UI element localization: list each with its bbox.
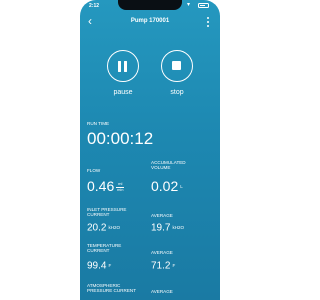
accumulated-volume-value: 0.02: [151, 178, 179, 194]
temperature-unit: F: [108, 263, 112, 268]
battery-icon: [198, 3, 209, 8]
device-notch: [118, 0, 182, 10]
inlet-pressure-average-unit: kH2O: [172, 225, 184, 230]
temperature-average-value: 71.2: [151, 260, 171, 272]
run-time-value: 00:00:12: [87, 129, 154, 148]
temperature-average-reading: 71.2 F: [151, 260, 175, 273]
inlet-pressure-label: INLET PRESSURE CURRENT: [87, 207, 127, 218]
atmospheric-pressure-label: ATMOSPHERIC PRESSURE CURRENT: [87, 283, 137, 294]
temperature-reading: 99.4 F: [87, 260, 111, 273]
inlet-pressure-reading: 20.2 kH2O: [87, 222, 120, 235]
accumulated-volume-reading: 0.02 L: [151, 178, 183, 195]
temperature-value: 99.4: [87, 260, 107, 272]
temperature-average-label: AVERAGE: [151, 250, 173, 255]
flow-label: FLOW: [87, 168, 101, 173]
status-time: 2:12: [89, 3, 100, 9]
inlet-pressure-average-value: 19.7: [151, 222, 171, 234]
app-bar: ‹ Pump 170001: [80, 14, 220, 30]
accumulated-volume-label: ACCUMULATED VOLUME: [151, 160, 186, 171]
pause-label: pause: [113, 89, 133, 96]
wifi-icon: ▾: [187, 2, 191, 8]
flow-unit: ml min: [116, 181, 125, 192]
status-bar: 2:12 ▾: [80, 0, 220, 12]
accumulated-volume-unit: L: [180, 184, 183, 190]
stop-label: stop: [170, 89, 184, 96]
stop-icon: [172, 61, 181, 70]
inlet-pressure-average-reading: 19.7 kH2O: [151, 222, 184, 235]
stop-button[interactable]: [161, 50, 193, 82]
more-vertical-icon[interactable]: [203, 16, 213, 28]
temperature-label: TEMPERATURE CURRENT: [87, 243, 122, 254]
phone-screen: 2:12 ▾ ‹ Pump 170001 pause stop RUN TIME…: [80, 0, 220, 300]
pause-button[interactable]: [107, 50, 139, 82]
atmospheric-pressure-average-label: AVERAGE: [151, 289, 173, 294]
flow-reading: 0.46 ml min: [87, 178, 125, 194]
inlet-pressure-value: 20.2: [87, 222, 107, 234]
page-title: Pump 170001: [130, 18, 170, 24]
inlet-pressure-unit: kH2O: [108, 225, 120, 230]
back-arrow-icon[interactable]: ‹: [83, 15, 97, 29]
inlet-pressure-average-label: AVERAGE: [151, 213, 173, 218]
temperature-average-unit: F: [172, 263, 176, 268]
flow-value: 0.46: [87, 178, 115, 194]
run-time-label: RUN TIME: [87, 121, 110, 126]
